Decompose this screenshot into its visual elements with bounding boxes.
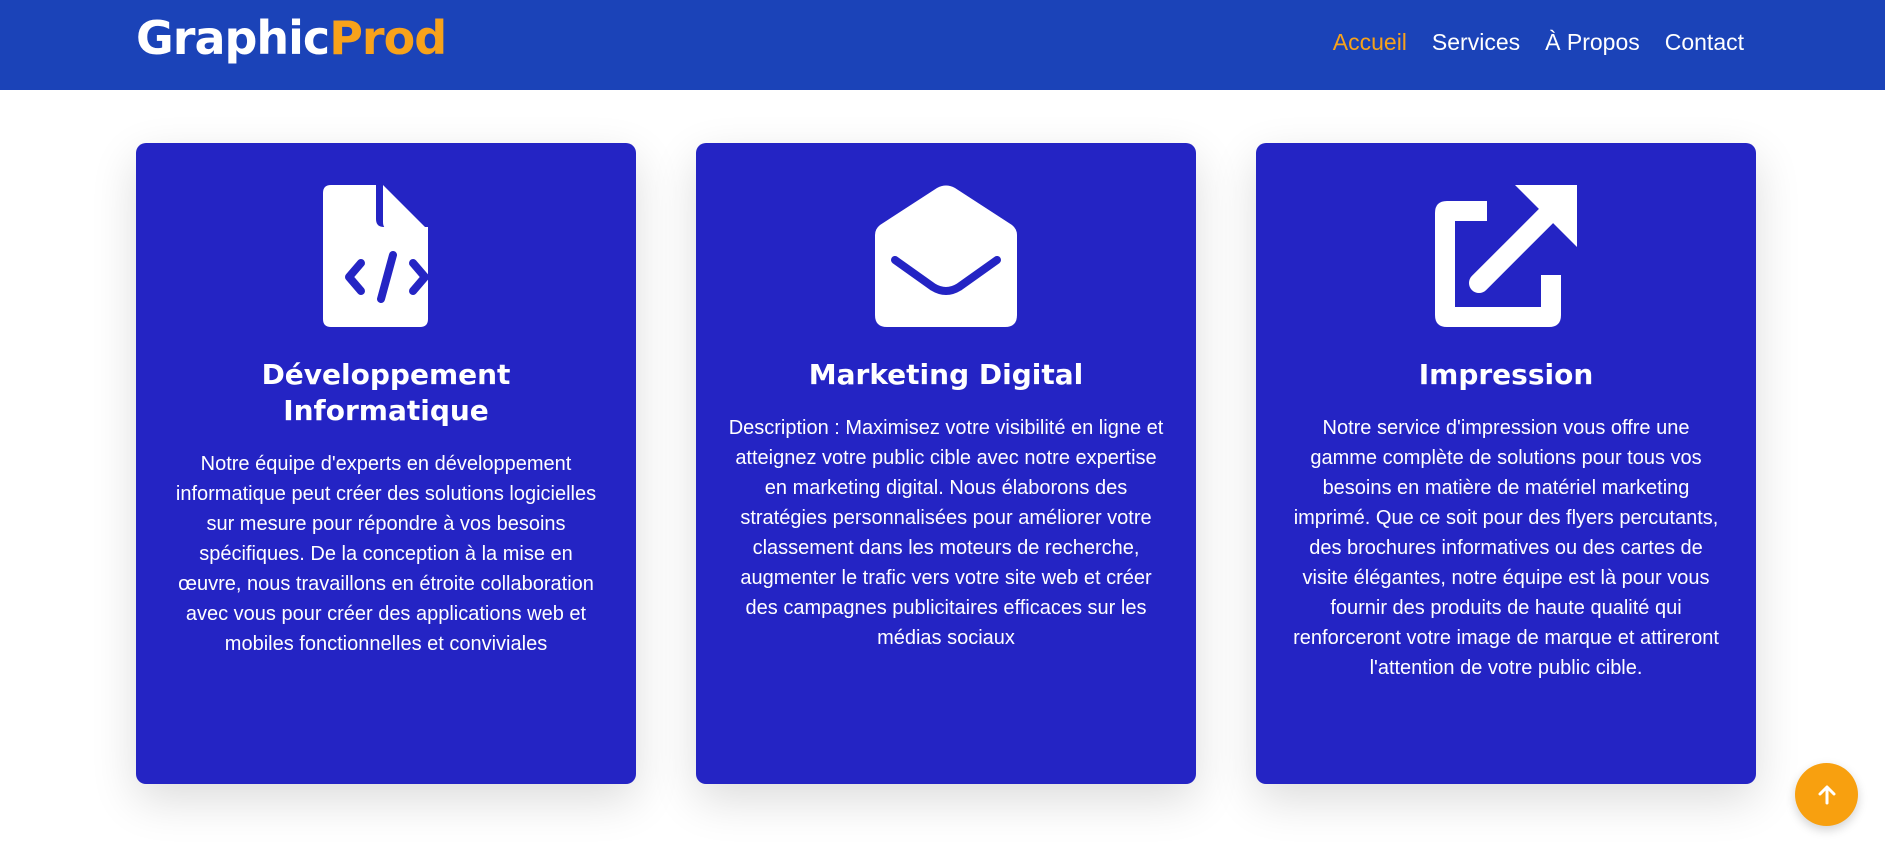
service-description: Description : Maximisez votre visibilité… <box>728 417 1164 649</box>
service-description: Notre équipe d'experts en développement … <box>175 453 597 655</box>
service-description: Notre service d'impression vous offre un… <box>1293 417 1719 679</box>
nav-link-services[interactable]: Services <box>1432 24 1520 60</box>
arrow-up-icon <box>1818 785 1835 804</box>
service-title: Marketing Digital <box>808 358 1084 391</box>
service-title: Impression <box>1418 358 1594 391</box>
logo[interactable]: GraphicProd <box>136 8 447 68</box>
main-nav: Accueil Services À Propos Contact <box>1333 24 1744 60</box>
file-code-icon <box>323 185 429 327</box>
nav-link-contact[interactable]: Contact <box>1665 24 1744 60</box>
site-header: GraphicProd Accueil Services À Propos Co… <box>0 0 1885 90</box>
logo-text-primary: Graphic <box>136 11 330 65</box>
nav-link-a-propos[interactable]: À Propos <box>1545 24 1640 60</box>
services-section: Développement Informatique Notre équipe … <box>136 143 1756 784</box>
service-title: Développement Informatique <box>261 358 511 427</box>
nav-link-accueil[interactable]: Accueil <box>1333 24 1407 60</box>
back-to-top-button[interactable] <box>1795 763 1858 826</box>
external-link-icon <box>1435 185 1577 327</box>
service-card-impression: Impression Notre service d'impression vo… <box>1256 143 1756 784</box>
service-card-marketing: Marketing Digital Description : Maximise… <box>696 143 1196 784</box>
service-card-developpement: Développement Informatique Notre équipe … <box>136 143 636 784</box>
envelope-open-icon <box>875 185 1017 327</box>
logo-text-accent: Prod <box>329 11 447 65</box>
